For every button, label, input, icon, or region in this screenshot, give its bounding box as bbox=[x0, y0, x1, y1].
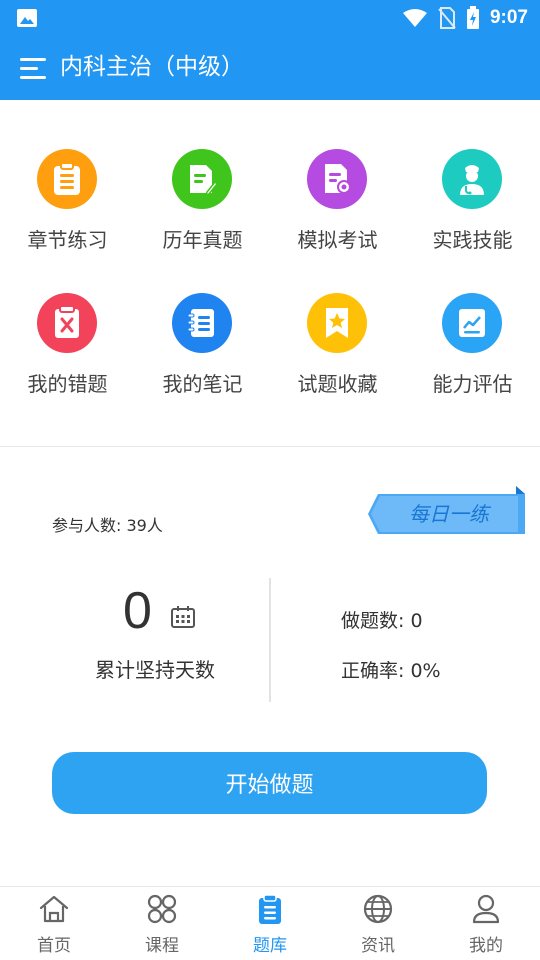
page-title: 内科主治（中级） bbox=[60, 54, 244, 80]
question-count: 做题数: 0 bbox=[341, 610, 423, 632]
bottom-nav: 首页 课程 题库 资讯 我的 bbox=[0, 886, 540, 960]
clipboard-list-icon bbox=[54, 162, 80, 195]
feature-label: 能力评估 bbox=[432, 372, 513, 396]
days-label: 累计坚持天数 bbox=[95, 658, 215, 682]
feature-icon-circle bbox=[172, 293, 232, 353]
status-time: 9:07 bbox=[489, 7, 528, 28]
bookmark-star-icon bbox=[326, 308, 348, 338]
nav-label: 资讯 bbox=[361, 936, 395, 956]
feature-practical-skills[interactable]: 实践技能 bbox=[405, 140, 540, 270]
nav-courses[interactable]: 课程 bbox=[108, 887, 216, 960]
doctor-icon bbox=[460, 165, 484, 195]
feature-label: 实践技能 bbox=[432, 228, 513, 252]
start-practice-button[interactable]: 开始做题 bbox=[52, 752, 487, 814]
app-header: 内科主治（中级） bbox=[0, 36, 540, 100]
feature-label: 模拟考试 bbox=[297, 228, 378, 252]
no-sim-icon bbox=[438, 7, 456, 29]
wrong-answer-icon bbox=[55, 306, 79, 338]
courses-grid-icon bbox=[147, 894, 177, 924]
feature-favorites[interactable]: 试题收藏 bbox=[270, 284, 405, 414]
participant-count: 参与人数: 39人 bbox=[52, 516, 163, 535]
feature-icon-circle bbox=[442, 149, 502, 209]
nav-home[interactable]: 首页 bbox=[0, 887, 108, 960]
feature-icon-circle bbox=[37, 293, 97, 353]
calendar-icon bbox=[171, 606, 195, 628]
nav-label: 题库 bbox=[253, 936, 287, 956]
feature-icon-circle bbox=[307, 293, 367, 353]
home-icon bbox=[39, 895, 69, 923]
section-divider bbox=[0, 446, 540, 447]
feature-label: 我的笔记 bbox=[162, 372, 243, 396]
nav-question-bank[interactable]: 题库 bbox=[216, 887, 324, 960]
feature-icon-circle bbox=[172, 149, 232, 209]
image-notification-icon bbox=[17, 9, 37, 27]
question-bank-icon bbox=[259, 894, 281, 924]
nav-news[interactable]: 资讯 bbox=[324, 887, 432, 960]
nav-profile[interactable]: 我的 bbox=[432, 887, 540, 960]
days-value: 0 bbox=[123, 582, 152, 640]
nav-label: 课程 bbox=[145, 936, 179, 956]
feature-label: 试题收藏 bbox=[297, 372, 378, 396]
feature-icon-circle bbox=[307, 149, 367, 209]
feature-ability-assessment[interactable]: 能力评估 bbox=[405, 284, 540, 414]
accuracy-rate: 正确率: 0% bbox=[341, 660, 441, 682]
feature-wrong-answers[interactable]: 我的错题 bbox=[0, 284, 135, 414]
document-edit-icon bbox=[190, 165, 217, 196]
user-icon bbox=[472, 894, 500, 924]
stats-divider bbox=[269, 578, 271, 702]
notebook-icon bbox=[187, 309, 214, 337]
wifi-icon bbox=[402, 9, 427, 27]
feature-icon-circle bbox=[442, 293, 502, 353]
certificate-document-icon bbox=[325, 164, 351, 194]
feature-label: 我的错题 bbox=[27, 372, 108, 396]
menu-icon[interactable] bbox=[20, 56, 50, 82]
feature-label: 历年真题 bbox=[162, 228, 243, 252]
battery-charging-icon bbox=[466, 6, 479, 29]
feature-chapter-practice[interactable]: 章节练习 bbox=[0, 140, 135, 270]
feature-mock-exam[interactable]: 模拟考试 bbox=[270, 140, 405, 270]
nav-label: 我的 bbox=[469, 936, 503, 956]
feature-icon-circle bbox=[37, 149, 97, 209]
status-bar: 9:07 bbox=[0, 0, 540, 36]
trend-chart-icon bbox=[459, 309, 485, 337]
globe-icon bbox=[363, 894, 393, 924]
nav-label: 首页 bbox=[37, 936, 71, 956]
top-bar: 9:07 内科主治（中级） bbox=[0, 0, 540, 100]
feature-label: 章节练习 bbox=[27, 228, 108, 252]
feature-past-exams[interactable]: 历年真题 bbox=[135, 140, 270, 270]
daily-practice-tag[interactable]: 每日一练 bbox=[378, 496, 520, 532]
feature-my-notes[interactable]: 我的笔记 bbox=[135, 284, 270, 414]
